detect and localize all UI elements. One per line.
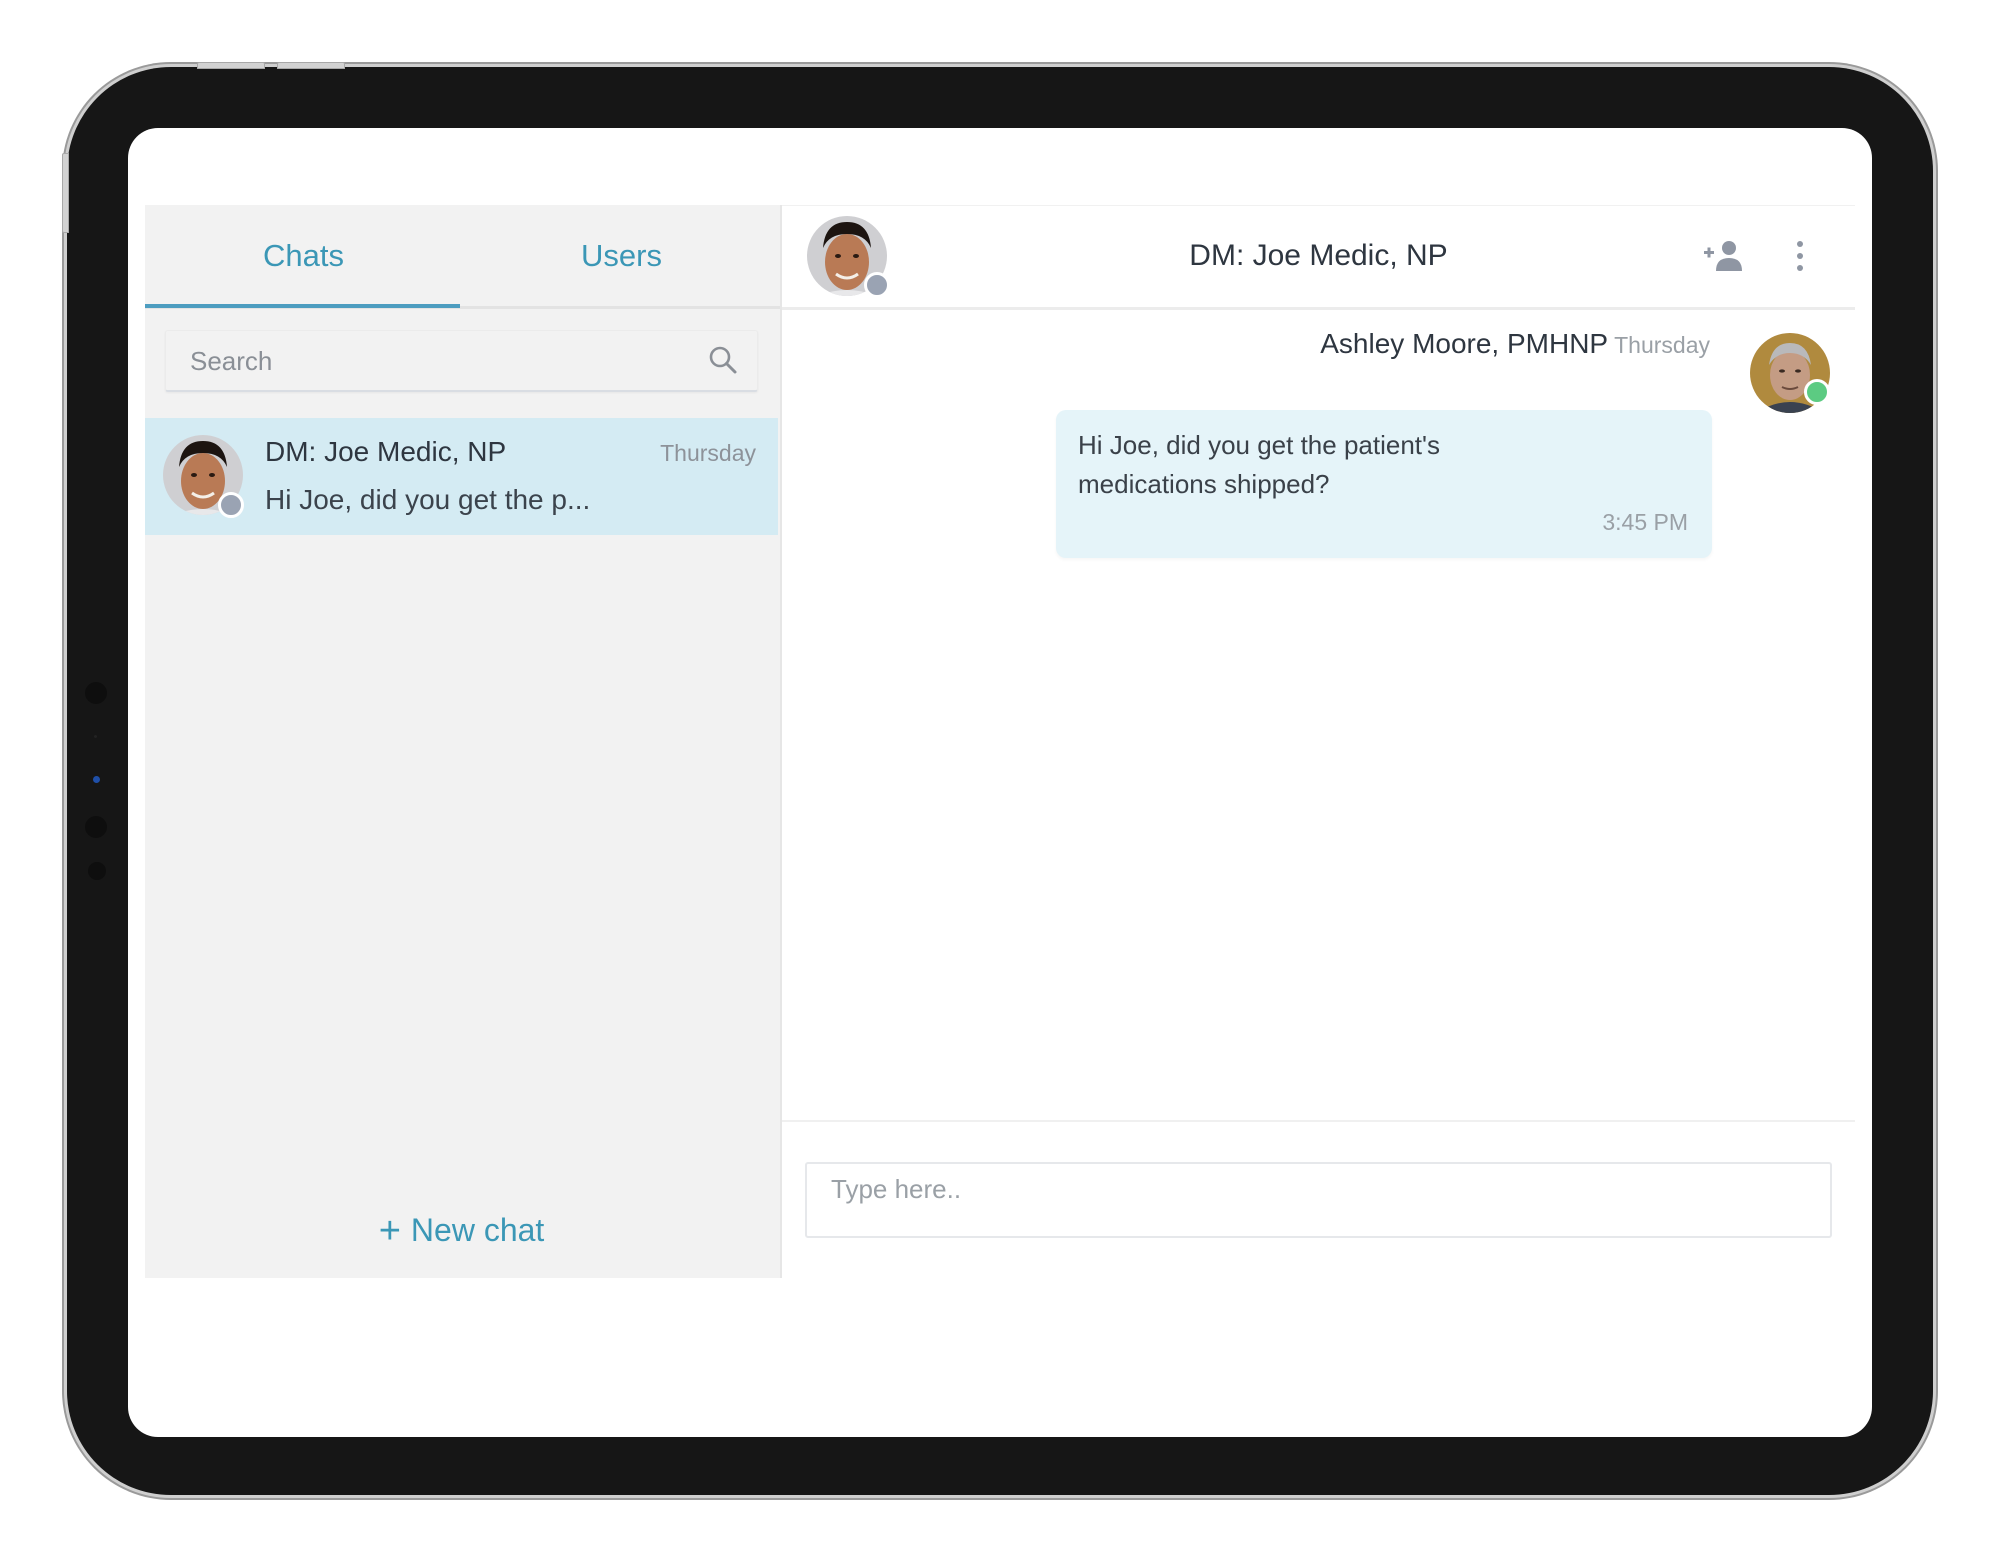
- chat-timestamp: Thursday: [660, 440, 756, 466]
- chat-app: Chats Users Search DM: Joe Medic, NP Thu…: [145, 205, 1855, 1278]
- message-day: Thursday: [1614, 332, 1710, 358]
- power-button: [62, 153, 69, 233]
- camera-sensor: [85, 682, 107, 704]
- offline-status-dot: [218, 492, 244, 518]
- search-box: [165, 330, 758, 392]
- conversation-pane: DM: Joe Medic, NP Ashley Moore, PMHNP Thu…: [782, 205, 1855, 1278]
- chat-list-item[interactable]: DM: Joe Medic, NP Thursday Hi Joe, did y…: [145, 418, 778, 535]
- new-chat-label: New chat: [410, 1212, 545, 1248]
- camera-sensor: [88, 862, 106, 880]
- conversation-title: DM: Joe Medic, NP: [1189, 239, 1448, 272]
- chat-preview: Hi Joe, did you get the p...: [265, 484, 591, 515]
- camera-sensor: [94, 735, 97, 738]
- search-input[interactable]: [188, 331, 672, 391]
- online-status-dot: [1804, 379, 1830, 405]
- message-text: Hi Joe, did you get the patient's medica…: [1078, 430, 1440, 499]
- conversation-header: DM: Joe Medic, NP: [782, 205, 1855, 310]
- sidebar-tabs: Chats Users: [145, 205, 780, 309]
- message-meta: Ashley Moore, PMHNP Thursday: [1320, 328, 1710, 360]
- active-tab-indicator: [145, 304, 460, 308]
- add-person-icon[interactable]: [1704, 239, 1744, 273]
- message-bubble: Hi Joe, did you get the patient's medica…: [1056, 410, 1712, 558]
- volume-up-button: [197, 62, 265, 69]
- tab-chats[interactable]: Chats: [145, 205, 462, 306]
- offline-status-dot: [864, 272, 890, 298]
- volume-down-button: [277, 62, 345, 69]
- tab-users[interactable]: Users: [463, 205, 780, 306]
- message-input[interactable]: [829, 1172, 1813, 1232]
- camera-sensor: [85, 816, 107, 838]
- more-vertical-icon[interactable]: [1790, 236, 1810, 276]
- sidebar: Chats Users Search DM: Joe Medic, NP Thu…: [145, 205, 782, 1278]
- front-camera-lens: [93, 776, 100, 783]
- composer-divider: [782, 1120, 1855, 1122]
- message-composer: [805, 1162, 1832, 1238]
- message-time: 3:45 PM: [1602, 509, 1688, 535]
- chat-name: DM: Joe Medic, NP: [265, 436, 507, 467]
- search-icon[interactable]: [707, 344, 739, 376]
- plus-icon: +: [378, 1210, 401, 1252]
- tablet-screen: Chats Users Search DM: Joe Medic, NP Thu…: [128, 128, 1872, 1437]
- message-sender: Ashley Moore, PMHNP: [1320, 328, 1609, 359]
- new-chat-button[interactable]: + New chat: [145, 1210, 778, 1253]
